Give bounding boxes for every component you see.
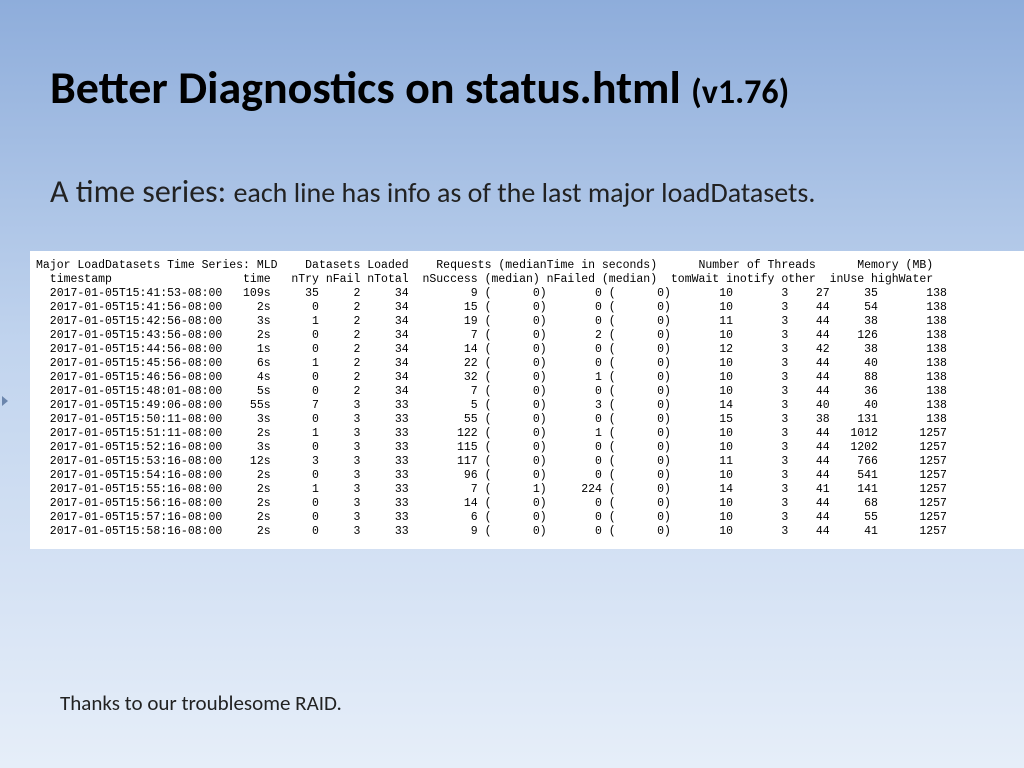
subtitle-lead: A time series: — [50, 172, 233, 211]
table-row: 2017-01-05T15:56:16-08:00 2s 0 3 33 14 (… — [36, 497, 1024, 511]
title-version: (v1.76) — [691, 72, 789, 113]
table-row: 2017-01-05T15:57:16-08:00 2s 0 3 33 6 ( … — [36, 511, 1024, 525]
table-header-line1: Major LoadDatasets Time Series: MLD Data… — [36, 259, 1024, 273]
table-row: 2017-01-05T15:54:16-08:00 2s 0 3 33 96 (… — [36, 469, 1024, 483]
table-row: 2017-01-05T15:52:16-08:00 3s 0 3 33 115 … — [36, 441, 1024, 455]
subtitle-rest: each line has info as of the last major … — [233, 175, 815, 210]
table-row: 2017-01-05T15:43:56-08:00 2s 0 2 34 7 ( … — [36, 329, 1024, 343]
table-row: 2017-01-05T15:46:56-08:00 4s 0 2 34 32 (… — [36, 371, 1024, 385]
table-header-line2: timestamp time nTry nFail nTotal nSucces… — [36, 273, 1024, 287]
caret-icon — [2, 396, 8, 406]
table-row: 2017-01-05T15:42:56-08:00 3s 1 2 34 19 (… — [36, 315, 1024, 329]
table-row: 2017-01-05T15:41:56-08:00 2s 0 2 34 15 (… — [36, 301, 1024, 315]
slide-subtitle: A time series: each line has info as of … — [50, 172, 974, 211]
title-main: Better Diagnostics on status.html — [50, 60, 691, 116]
table-row: 2017-01-05T15:44:56-08:00 1s 0 2 34 14 (… — [36, 343, 1024, 357]
slide-title: Better Diagnostics on status.html (v1.76… — [50, 60, 974, 116]
table-row: 2017-01-05T15:45:56-08:00 6s 1 2 34 22 (… — [36, 357, 1024, 371]
table-row: 2017-01-05T15:48:01-08:00 5s 0 2 34 7 ( … — [36, 385, 1024, 399]
table-row: 2017-01-05T15:50:11-08:00 3s 0 3 33 55 (… — [36, 413, 1024, 427]
table-row: 2017-01-05T15:55:16-08:00 2s 1 3 33 7 ( … — [36, 483, 1024, 497]
diagnostics-table: Major LoadDatasets Time Series: MLD Data… — [30, 251, 1024, 549]
table-row: 2017-01-05T15:41:53-08:00 109s 35 2 34 9… — [36, 287, 1024, 301]
table-row: 2017-01-05T15:49:06-08:00 55s 7 3 33 5 (… — [36, 399, 1024, 413]
table-row: 2017-01-05T15:58:16-08:00 2s 0 3 33 9 ( … — [36, 525, 1024, 539]
table-row: 2017-01-05T15:53:16-08:00 12s 3 3 33 117… — [36, 455, 1024, 469]
slide: Better Diagnostics on status.html (v1.76… — [0, 0, 1024, 768]
table-row: 2017-01-05T15:51:11-08:00 2s 1 3 33 122 … — [36, 427, 1024, 441]
footer-note: Thanks to our troublesome RAID. — [60, 690, 342, 716]
